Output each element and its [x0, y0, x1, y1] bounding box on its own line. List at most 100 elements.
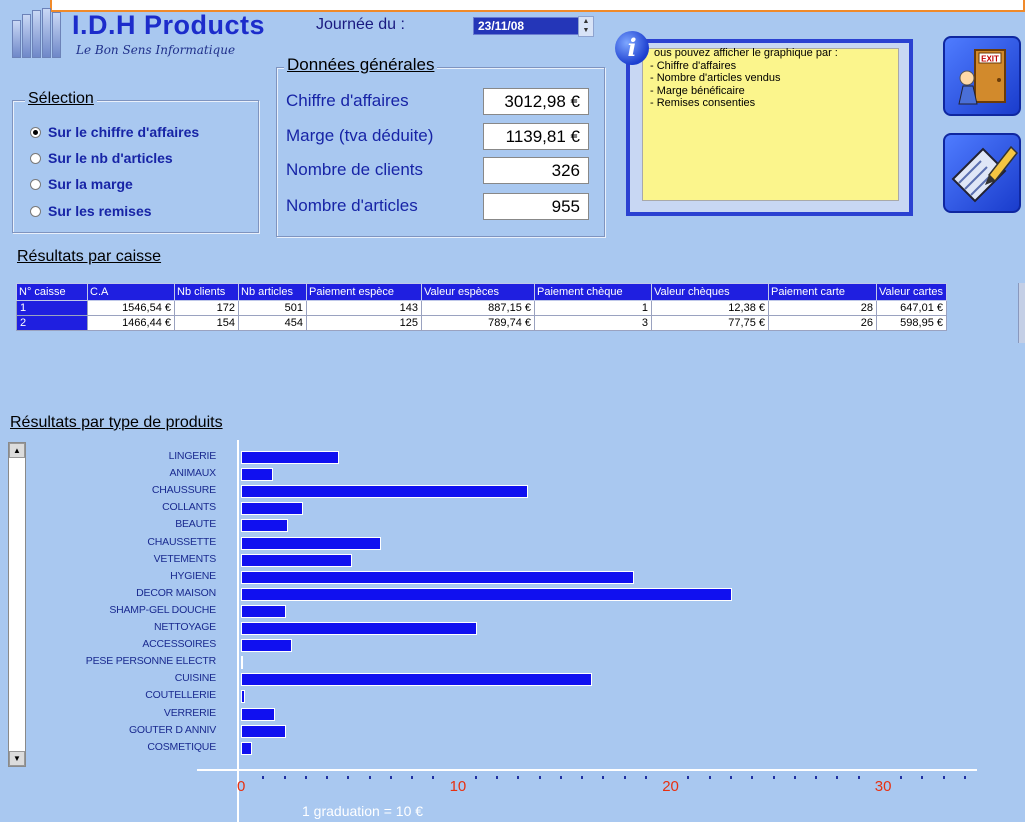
general-label: Nombre de clients: [286, 160, 424, 179]
category-label: COLLANTS: [162, 501, 216, 514]
table-cell[interactable]: 1466,44 €: [87, 315, 175, 331]
caisse-title: Résultats par caisse: [17, 248, 162, 265]
general-value: 3012,98 €: [483, 88, 589, 115]
table-cell[interactable]: 3: [534, 315, 652, 331]
table-cell[interactable]: 789,74 €: [421, 315, 535, 331]
table-cell[interactable]: 172: [174, 300, 239, 316]
edit-button[interactable]: [943, 133, 1021, 213]
general-label: Nombre d'articles: [286, 196, 418, 215]
radio-label: Sur le nb d'articles: [48, 150, 173, 166]
x-minor-tick: [921, 776, 924, 779]
radio-label: Sur les remises: [48, 203, 152, 219]
table-cell[interactable]: 887,15 €: [421, 300, 535, 316]
general-label: Marge (tva déduite): [286, 126, 434, 145]
chart-bar: [241, 553, 352, 567]
radio-icon[interactable]: [30, 152, 41, 164]
caisse-table: N° caisse C.A Nb clients Nb articles Pai…: [16, 283, 947, 331]
info-text: ous pouvez afficher le graphique par : -…: [650, 47, 838, 110]
category-label: CHAUSSURE: [151, 484, 216, 497]
logo-icon: [12, 8, 70, 58]
column-header[interactable]: Valeur espèces: [421, 283, 535, 301]
table-cell[interactable]: 1: [16, 300, 88, 316]
table-cell[interactable]: 454: [238, 315, 307, 331]
chart-bar: [241, 656, 243, 670]
table-cell[interactable]: 2: [16, 315, 88, 331]
info-item: - Nombre d'articles vendus: [650, 72, 781, 84]
table-cell[interactable]: 77,75 €: [651, 315, 769, 331]
x-minor-tick: [857, 776, 860, 779]
exit-button[interactable]: EXIT: [943, 36, 1021, 116]
radio-remises[interactable]: Sur les remises: [30, 203, 152, 219]
general-value: 326: [483, 157, 589, 184]
radio-icon[interactable]: [30, 205, 41, 217]
table-cell[interactable]: 647,01 €: [876, 300, 947, 316]
pencil-edit-icon: [951, 145, 1019, 203]
radio-icon[interactable]: [30, 178, 41, 190]
column-header[interactable]: Valeur chèques: [651, 283, 769, 301]
info-item: - Remises consenties: [650, 97, 756, 109]
chart-bar: [241, 690, 246, 704]
general-label: Chiffre d'affaires: [286, 91, 409, 110]
table-cell[interactable]: 12,38 €: [651, 300, 769, 316]
date-spinner[interactable]: ▲ ▼: [578, 16, 594, 37]
spin-down-icon[interactable]: ▼: [579, 26, 593, 35]
table-scroll-edge[interactable]: [1018, 283, 1025, 343]
spin-up-icon[interactable]: ▲: [579, 17, 593, 26]
info-item: - Chiffre d'affaires: [650, 59, 737, 72]
chart-bar: [241, 724, 286, 738]
category-label: ACCESSOIRES: [142, 638, 216, 651]
table-cell[interactable]: 28: [768, 300, 877, 316]
x-minor-tick: [708, 776, 711, 779]
radio-chiffre-affaires[interactable]: Sur le chiffre d'affaires: [30, 124, 199, 140]
x-minor-tick: [517, 776, 520, 779]
chart-bar: [241, 639, 293, 653]
x-minor-tick: [602, 776, 605, 779]
radio-checked-icon[interactable]: [30, 126, 41, 138]
scroll-up-icon[interactable]: ▲: [9, 443, 25, 458]
x-minor-tick: [963, 776, 966, 779]
x-minor-tick: [793, 776, 796, 779]
column-header[interactable]: C.A: [87, 283, 175, 301]
table-cell[interactable]: 1: [534, 300, 652, 316]
category-label: BEAUTE: [175, 518, 216, 531]
x-minor-tick: [262, 776, 265, 779]
x-minor-tick: [772, 776, 775, 779]
chart-bar: [241, 741, 252, 755]
general-value: 955: [483, 193, 589, 220]
column-header[interactable]: N° caisse: [16, 283, 88, 301]
chart-scrollbar[interactable]: ▲ ▼: [8, 442, 26, 767]
table-row[interactable]: 2 1466,44 € 154 454 125 789,74 € 3 77,75…: [16, 315, 947, 331]
category-label: DECOR MAISON: [136, 586, 216, 599]
table-cell[interactable]: 26: [768, 315, 877, 331]
column-header[interactable]: Paiement carte: [768, 283, 877, 301]
date-field[interactable]: 23/11/08: [473, 17, 585, 35]
table-cell[interactable]: 143: [306, 300, 422, 316]
radio-nb-articles[interactable]: Sur le nb d'articles: [30, 150, 173, 166]
column-header[interactable]: Nb articles: [238, 283, 307, 301]
x-minor-tick: [326, 776, 329, 779]
app-subtitle: Le Bon Sens Informatique: [76, 43, 236, 57]
table-cell[interactable]: 1546,54 €: [87, 300, 175, 316]
radio-marge[interactable]: Sur la marge: [30, 176, 133, 192]
x-minor-tick: [389, 776, 392, 779]
category-label: VETEMENTS: [153, 552, 217, 565]
x-minor-tick: [836, 776, 839, 779]
column-header[interactable]: Nb clients: [174, 283, 239, 301]
x-minor-tick: [900, 776, 903, 779]
column-header[interactable]: Valeur cartes: [876, 283, 947, 301]
category-label: SHAMP-GEL DOUCHE: [109, 603, 216, 616]
info-icon: i: [615, 31, 649, 65]
table-cell[interactable]: 154: [174, 315, 239, 331]
column-header[interactable]: Paiement espèce: [306, 283, 422, 301]
chart-bar: [241, 502, 303, 516]
table-cell[interactable]: 501: [238, 300, 307, 316]
table-cell[interactable]: 598,95 €: [876, 315, 947, 331]
general-title: Données générales: [284, 55, 438, 75]
scroll-down-icon[interactable]: ▼: [9, 751, 25, 766]
chart-bar: [241, 570, 635, 584]
column-header[interactable]: Paiement chèque: [534, 283, 652, 301]
table-row[interactable]: 1 1546,54 € 172 501 143 887,15 € 1 12,38…: [16, 300, 947, 316]
graduation-note: 1 graduation = 10 €: [302, 803, 424, 819]
table-cell[interactable]: 125: [306, 315, 422, 331]
x-tick-label: 30: [874, 778, 892, 795]
